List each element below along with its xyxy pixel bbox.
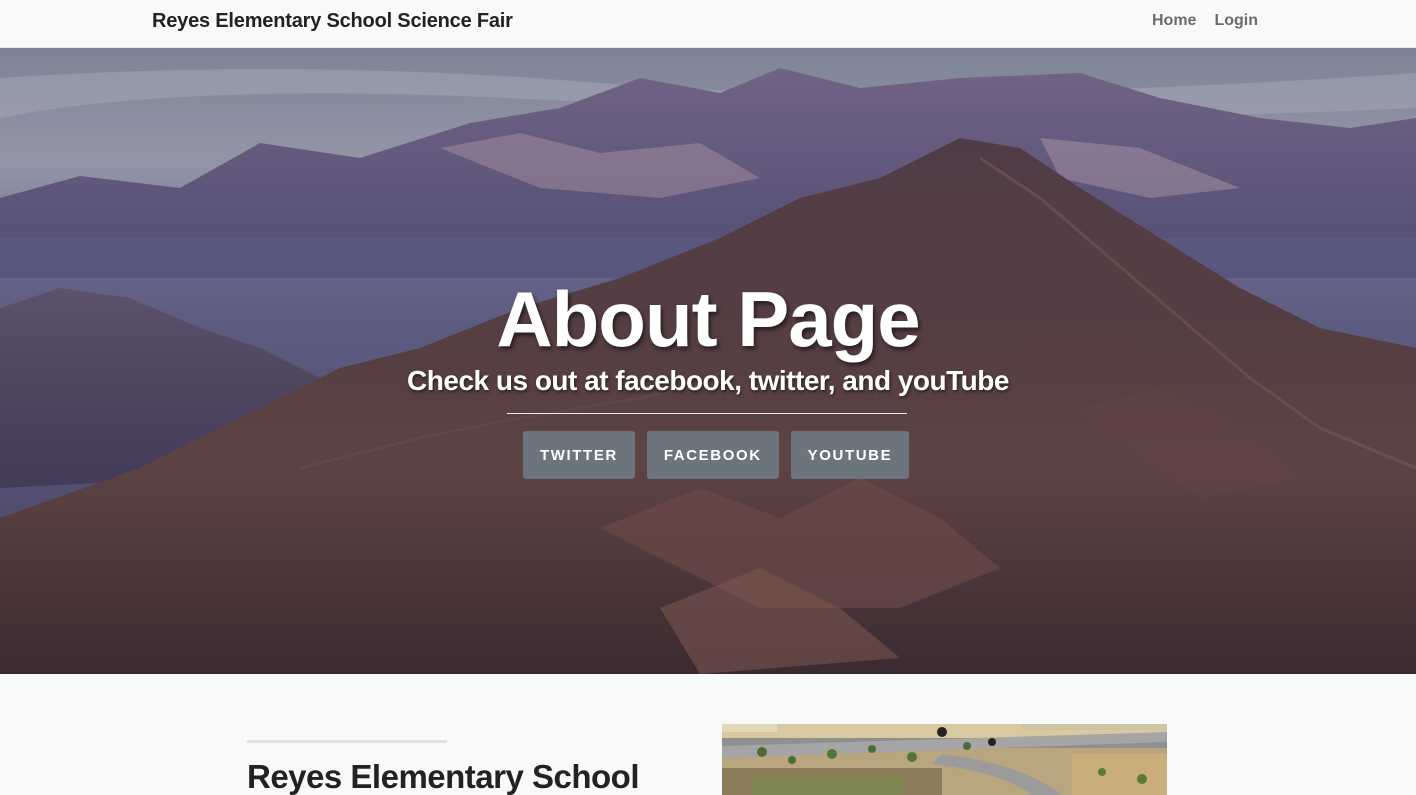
social-buttons: TWITTER FACEBOOK YOUTUBE — [523, 431, 910, 479]
nav-links: Home Login — [1150, 12, 1260, 30]
facebook-button[interactable]: FACEBOOK — [646, 431, 779, 479]
youtube-button[interactable]: YOUTUBE — [790, 431, 910, 479]
hero-section: About Page Check us out at facebook, twi… — [0, 48, 1416, 674]
school-aerial-image — [722, 724, 1167, 795]
navbar: Reyes Elementary School Science Fair Hom… — [0, 0, 1416, 48]
heading-rule — [247, 740, 447, 743]
hero-subtitle: Check us out at facebook, twitter, and y… — [407, 365, 1009, 396]
nav-link-home[interactable]: Home — [1150, 12, 1198, 30]
nav-link-login[interactable]: Login — [1212, 12, 1260, 30]
about-heading: Reyes Elementary School — [247, 758, 640, 795]
navbar-brand[interactable]: Reyes Elementary School Science Fair — [152, 10, 513, 33]
hero-divider — [507, 413, 907, 414]
hero-title: About Page — [496, 275, 920, 363]
twitter-button[interactable]: TWITTER — [523, 431, 635, 479]
about-section: Reyes Elementary School — [0, 674, 1416, 795]
